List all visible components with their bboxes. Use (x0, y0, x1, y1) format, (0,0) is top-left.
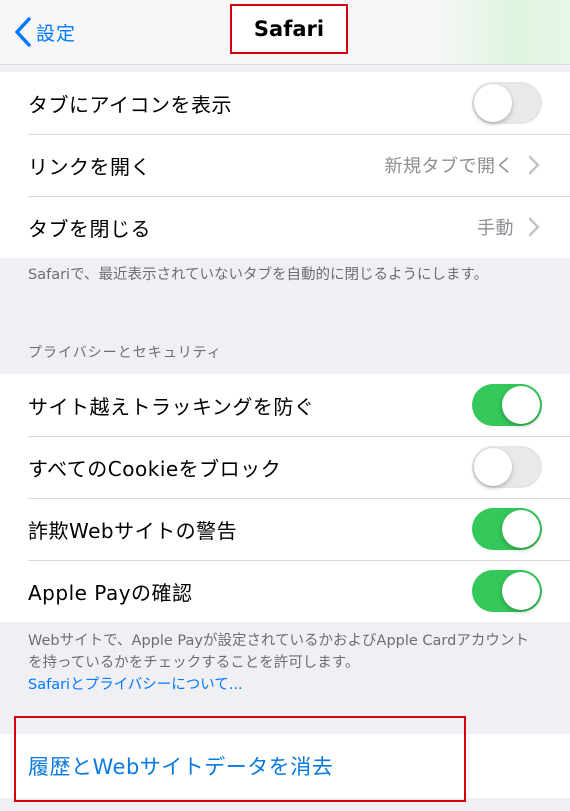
tabs-settings-group: タブにアイコンを表示 リンクを開く 新規タブで開く タブを閉じる 手動 (0, 72, 570, 258)
navigation-bar: 設定 Safari (0, 0, 570, 64)
toggle-knob (474, 448, 512, 486)
apple-pay-footer-note: Webサイトで、Apple Payが設定されているかおよびApple Cardア… (28, 630, 538, 696)
privacy-section-header: プライバシーとセキュリティ (28, 345, 222, 361)
row-block-all-cookies: すべてのCookieをブロック (0, 436, 570, 498)
row-value: 手動 (477, 218, 514, 239)
apple-pay-footer-text: Webサイトで、Apple Payが設定されているかおよびApple Cardア… (28, 633, 529, 671)
back-button-label: 設定 (36, 22, 77, 45)
row-label: サイト越えトラッキングを防ぐ (28, 394, 315, 419)
toggle-knob (502, 386, 540, 424)
toggle-knob (502, 510, 540, 548)
chevron-right-icon (528, 217, 540, 237)
nav-bar-glow (430, 0, 570, 64)
show-tab-icons-toggle[interactable] (472, 82, 542, 124)
row-label: すべてのCookieをブロック (28, 456, 282, 481)
row-label: Apple Payの確認 (28, 580, 193, 605)
row-fraudulent-website-warning: 詐欺Webサイトの警告 (0, 498, 570, 560)
fraud-warning-toggle[interactable] (472, 508, 542, 550)
row-open-links[interactable]: リンクを開く 新規タブで開く (0, 134, 570, 196)
page-title: Safari (230, 4, 348, 54)
safari-privacy-link[interactable]: Safariとプライバシーについて... (28, 674, 538, 696)
toggle-knob (474, 84, 512, 122)
row-label: タブを閉じる (28, 216, 151, 241)
row-show-tab-icons: タブにアイコンを表示 (0, 72, 570, 134)
privacy-settings-group: サイト越えトラッキングを防ぐ すべてのCookieをブロック 詐欺Webサイトの… (0, 374, 570, 622)
apple-pay-check-toggle[interactable] (472, 570, 542, 612)
row-label: タブにアイコンを表示 (28, 92, 232, 117)
back-button[interactable]: 設定 (14, 14, 76, 50)
row-prevent-cross-site-tracking: サイト越えトラッキングを防ぐ (0, 374, 570, 436)
row-close-tabs[interactable]: タブを閉じる 手動 (0, 196, 570, 258)
chevron-left-icon (15, 17, 31, 47)
row-value: 新規タブで開く (384, 156, 514, 177)
prevent-tracking-toggle[interactable] (472, 384, 542, 426)
row-check-apple-pay: Apple Payの確認 (0, 560, 570, 622)
block-cookies-toggle[interactable] (472, 446, 542, 488)
chevron-right-icon (528, 155, 540, 175)
row-label: 詐欺Webサイトの警告 (28, 518, 238, 543)
row-label: リンクを開く (28, 154, 151, 179)
nav-divider (0, 64, 570, 65)
highlight-annotation-box (14, 716, 466, 802)
close-tabs-footer-note: Safariで、最近表示されていないタブを自動的に閉じるようにします。 (28, 267, 489, 283)
toggle-knob (502, 572, 540, 610)
